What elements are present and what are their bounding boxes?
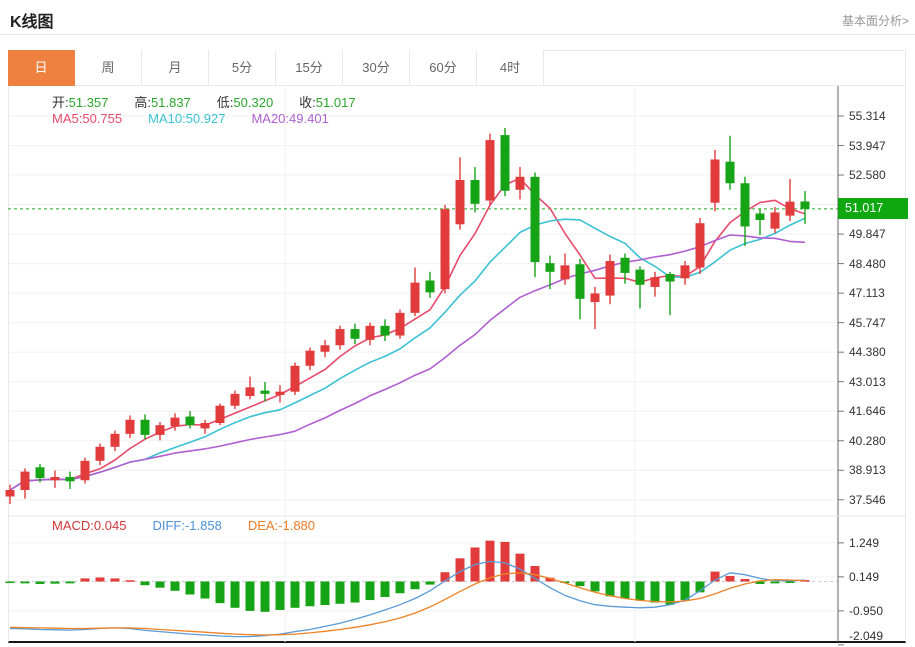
info-item: MACD:0.045: [52, 518, 126, 533]
macd-tick-label: -0.950: [849, 603, 884, 618]
info-item: 高:51.837: [134, 95, 190, 110]
info-label: MA5:: [52, 111, 83, 126]
info-item: 收:51.017: [299, 95, 355, 110]
info-item: DEA:-1.880: [248, 518, 315, 533]
info-item: DIFF:-1.858: [152, 518, 221, 533]
price-tick-label: 44.380: [849, 345, 886, 360]
macd-tick-label: -2.049: [849, 629, 884, 643]
info-label: 开:: [52, 95, 69, 110]
tab-4[interactable]: 15分: [276, 50, 343, 86]
price-tick-label: 45.747: [849, 315, 886, 330]
info-value: 50.755: [82, 111, 123, 126]
tab-6[interactable]: 60分: [410, 50, 477, 86]
price-tick-label: 55.314: [849, 109, 886, 123]
info-label: 高:: [134, 95, 152, 110]
price-tick-label: 53.947: [849, 138, 886, 153]
current-price-badge: 51.017: [838, 198, 908, 219]
candlestick-layer: [5, 127, 810, 505]
price-tick-label: 43.013: [849, 374, 886, 389]
info-label: MA10:: [148, 111, 186, 126]
info-value: 0.045: [93, 518, 127, 533]
kline-page: { "header": { "title": "K线图", "link": "基…: [0, 0, 915, 647]
price-tick-label: 38.913: [849, 463, 886, 478]
timeframe-tabs: 日周月 5分 15分 30分 60分 4时: [8, 50, 544, 86]
tab-0[interactable]: 日: [8, 50, 75, 86]
ma-lines-layer: [9, 177, 806, 491]
macd-lines-layer: [9, 560, 806, 638]
macd-tick-label: 0.149: [849, 569, 880, 584]
info-value: 51.357: [68, 95, 109, 110]
info-value: -1.858: [184, 518, 222, 533]
tab-5[interactable]: 30分: [343, 50, 410, 86]
price-tick-label: 49.847: [849, 227, 886, 242]
info-item: 开:51.357: [52, 95, 108, 110]
tab-1[interactable]: 周: [75, 50, 142, 86]
info-value: 51.837: [151, 95, 191, 110]
info-label: DEA:: [247, 518, 279, 533]
info-item: MA20:49.401: [251, 111, 328, 126]
info-value: 50.927: [185, 111, 226, 126]
macd-tick-label: 1.249: [849, 535, 880, 550]
info-label: MACD:: [52, 518, 94, 533]
info-value: 50.320: [233, 95, 274, 110]
price-tick-label: 41.646: [849, 404, 886, 419]
price-tick-label: 52.580: [849, 168, 886, 183]
tab-7[interactable]: 4时: [477, 50, 544, 86]
price-tick-label: 48.480: [849, 256, 886, 271]
info-value: 51.017: [315, 95, 356, 110]
info-label: DIFF:: [152, 518, 185, 533]
price-tick-label: 47.113: [849, 286, 885, 301]
price-tick-label: 37.546: [849, 492, 886, 507]
info-item: MA10:50.927: [148, 111, 225, 126]
info-label: 低:: [216, 95, 234, 110]
info-value: -1.880: [278, 518, 316, 533]
info-item: 低:50.320: [217, 95, 273, 110]
info-label: MA20:: [251, 111, 290, 126]
info-value: 49.401: [289, 111, 329, 126]
info-item: MA5:50.755: [52, 111, 122, 126]
tab-3[interactable]: 5分: [209, 50, 276, 86]
tab-2[interactable]: 月: [142, 50, 209, 86]
macd-info-row: MACD:0.045 DIFF:-1.858 DEA:-1.880: [52, 518, 341, 533]
ma-info-row: MA5:50.755 MA10:50.927 MA20:49.401: [52, 111, 355, 126]
info-label: 收:: [299, 95, 316, 110]
ohlc-info-row: 开:51.357 高:51.837 低:50.320 收:51.017: [52, 92, 382, 111]
price-tick-label: 40.280: [849, 433, 886, 448]
